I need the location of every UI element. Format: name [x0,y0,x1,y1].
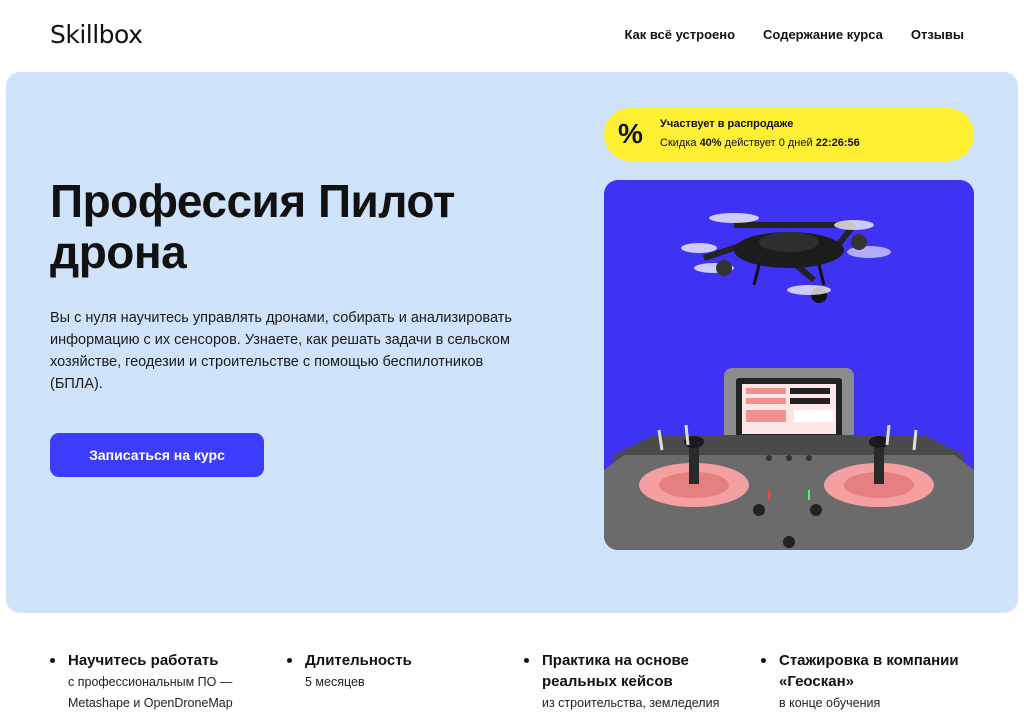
remote-controller-icon [604,368,974,550]
drone-and-controller-icon [604,213,974,550]
main-nav: Как всё устроено Содержание курса Отзывы [624,27,964,42]
drone-icon [681,213,891,303]
percent-icon: % [618,118,643,149]
sale-countdown: Скидка 40% действует 0 дней 22:26:56 [660,137,860,149]
feature-internship: Стажировка в компании «Геоскан» в конце … [761,650,991,714]
nav-how-it-works[interactable]: Как всё устроено [624,27,735,42]
hero-section: Профессия Пилот дрона Вы с нуля научитес… [6,72,1018,613]
days-left: 0 дней [778,137,813,149]
sale-title: Участвует в распродаже [660,118,794,130]
hero-description: Вы с нуля научитесь управлять дронами, с… [50,310,512,392]
feature-duration: Длительность 5 месяцев [287,650,497,693]
nav-course-content[interactable]: Содержание курса [763,27,883,42]
sale-badge[interactable]: % Участвует в распродаже Скидка 40% дейс… [604,108,974,161]
feature-software: Научитесь работать с профессиональным ПО… [50,650,265,714]
course-features: Научитесь работать с профессиональным ПО… [0,650,1024,727]
drone-illustration [604,180,974,550]
countdown-timer: 22:26:56 [815,137,860,149]
page-title: Профессия Пилот дрона [50,175,455,278]
feature-practice: Практика на основе реальных кейсов из ст… [524,650,734,714]
nav-reviews[interactable]: Отзывы [911,27,964,42]
skillbox-logo[interactable]: Skillbox [50,20,143,49]
site-header: Skillbox Как всё устроено Содержание кур… [0,0,1024,70]
enroll-button[interactable]: Записаться на курс [50,433,264,477]
discount-value: 40% [699,137,722,149]
